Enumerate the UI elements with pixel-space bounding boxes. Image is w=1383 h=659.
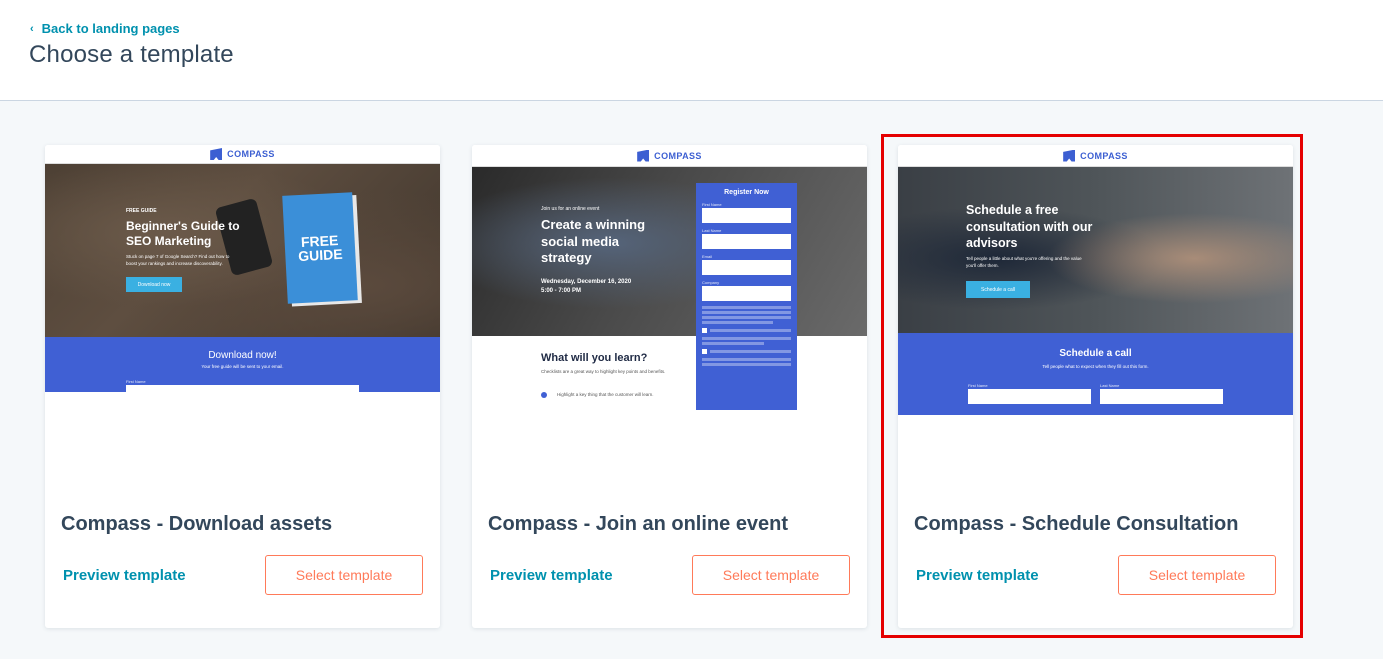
hero-cta: Download now	[126, 277, 182, 292]
compass-logo-icon	[210, 148, 223, 160]
select-template-button[interactable]: Select template	[1118, 555, 1276, 595]
field-label: Company	[702, 280, 720, 285]
template-name: Compass - Join an online event	[488, 513, 789, 535]
form-field: First Name	[126, 379, 359, 393]
brand-name: COMPASS	[1080, 150, 1128, 161]
chevron-left-icon: ‹	[30, 22, 34, 35]
thumbnail-form-section: Download now! Your free guide will be se…	[45, 337, 440, 393]
hero-body: Stuck on page 7 of Google Search? Find o…	[126, 254, 230, 266]
preview-template-link[interactable]: Preview template	[916, 567, 1039, 584]
thumbnail-learn-section: What will you learn? Checklists are a gr…	[472, 336, 867, 415]
select-template-button[interactable]: Select template	[265, 555, 423, 595]
field-input	[126, 385, 359, 393]
template-thumbnail[interactable]: COMPASS Join us for an online event Crea…	[472, 145, 867, 415]
field-input	[702, 208, 791, 223]
thumbnail-form-section: Schedule a call Tell people what to expe…	[898, 333, 1293, 415]
compass-logo-icon	[637, 149, 650, 162]
thumbnail-brand-bar: COMPASS	[45, 145, 440, 164]
hero-cta: Schedule a call	[966, 281, 1030, 298]
field-input	[968, 389, 1091, 404]
form-subtitle: Your free guide will be sent to your ema…	[201, 364, 284, 369]
template-card-download-assets[interactable]: COMPASS FREE GUIDE FREE GUIDE Beginner's…	[45, 145, 440, 628]
checkbox-icon	[702, 349, 707, 354]
section-body: Checklists are a great way to highlight …	[541, 369, 666, 374]
field-label: First Name	[702, 202, 722, 207]
hero-headline: Schedule a free consultation with our ad…	[966, 203, 1093, 250]
register-form-panel: Register Now First Name Last Name Email …	[696, 183, 797, 410]
hero-eyebrow: FREE GUIDE	[126, 208, 157, 214]
template-name: Compass - Schedule Consultation	[914, 513, 1239, 535]
brand-name: COMPASS	[227, 149, 275, 159]
thumbnail-brand-bar: COMPASS	[472, 145, 867, 167]
form-field: First Name	[968, 383, 1091, 404]
free-guide-book-image: FREE GUIDE	[282, 192, 358, 304]
field-label: Email	[702, 254, 713, 259]
hero-headline: Beginner's Guide to SEO Marketing	[126, 219, 240, 248]
brand-name: COMPASS	[654, 150, 702, 161]
field-label: First Name	[126, 379, 146, 384]
hero-body: Tell people a little about what you're o…	[966, 256, 1082, 268]
form-subtitle: Tell people what to expect when they fil…	[1042, 364, 1149, 369]
form-title: Download now!	[208, 350, 277, 361]
form-field: Last Name	[1100, 383, 1223, 404]
field-input	[702, 260, 791, 275]
preview-template-link[interactable]: Preview template	[63, 567, 186, 584]
event-date: Wednesday, December 16, 2020	[541, 279, 632, 285]
page-title: Choose a template	[29, 41, 234, 68]
template-card-schedule-consultation[interactable]: COMPASS Schedule a free consultation wit…	[898, 145, 1293, 628]
template-name: Compass - Download assets	[61, 513, 333, 535]
field-label: Last Name	[1100, 383, 1120, 388]
field-label: Last Name	[702, 228, 722, 233]
event-time: 5:00 - 7:00 PM	[541, 288, 582, 294]
thumbnail-hero: Schedule a free consultation with our ad…	[898, 167, 1293, 333]
back-link-label: Back to landing pages	[41, 21, 180, 36]
template-thumbnail[interactable]: COMPASS Schedule a free consultation wit…	[898, 145, 1293, 415]
thumbnail-hero: FREE GUIDE FREE GUIDE Beginner's Guide t…	[45, 164, 440, 337]
consent-fineprint	[702, 306, 791, 366]
field-input	[702, 234, 791, 249]
preview-template-link[interactable]: Preview template	[490, 567, 613, 584]
thumbnail-hero: Join us for an online event Create a win…	[472, 167, 867, 336]
field-input	[702, 286, 791, 301]
template-card-join-online-event[interactable]: COMPASS Join us for an online event Crea…	[472, 145, 867, 628]
hero-headline: Create a winning social media strategy	[541, 217, 646, 265]
compass-logo-icon	[1063, 149, 1076, 162]
check-circle-icon	[541, 392, 547, 398]
register-title: Register Now	[724, 189, 769, 196]
page-header: ‹ Back to landing pages Choose a templat…	[0, 0, 1383, 101]
back-to-landing-pages-link[interactable]: ‹ Back to landing pages	[30, 21, 180, 36]
checklist-item: Highlight a key thing that the customer …	[557, 392, 654, 397]
checkbox-icon	[702, 328, 707, 333]
field-label: First Name	[968, 383, 988, 388]
select-template-button[interactable]: Select template	[692, 555, 850, 595]
book-text: FREE GUIDE	[297, 232, 343, 265]
template-thumbnail[interactable]: COMPASS FREE GUIDE FREE GUIDE Beginner's…	[45, 145, 440, 415]
form-title: Schedule a call	[1059, 348, 1132, 359]
field-input	[1100, 389, 1223, 404]
section-title: What will you learn?	[541, 352, 648, 364]
hero-eyebrow: Join us for an online event	[541, 206, 600, 212]
thumbnail-brand-bar: COMPASS	[898, 145, 1293, 167]
